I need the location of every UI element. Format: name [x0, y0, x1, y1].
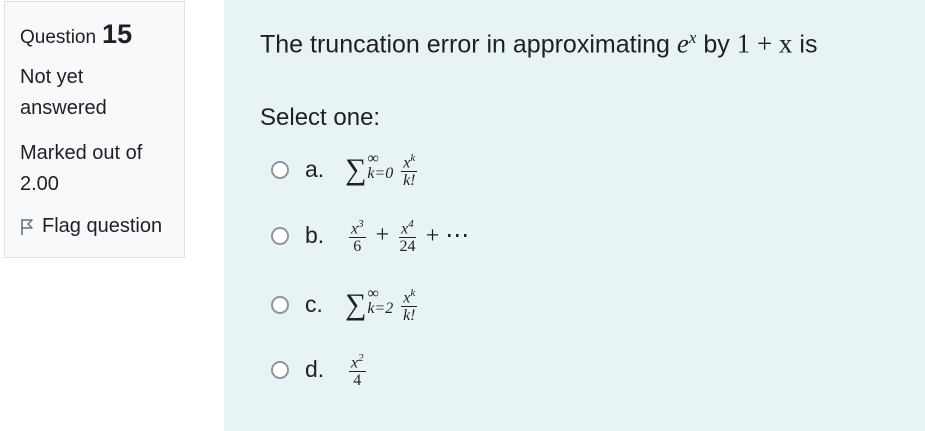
sum-limits: ∞ k=0 [367, 150, 394, 182]
question-text-suffix: is [792, 30, 818, 59]
fraction: xk k! [401, 150, 418, 190]
question-number: Question 15 [20, 19, 184, 50]
question-grade-value: 2.00 [20, 173, 59, 195]
plus-sign: + [375, 222, 390, 249]
question-text: The truncation error in approximating ex… [260, 28, 817, 59]
option-d-math: x2 4 [345, 350, 370, 389]
option-a[interactable]: a. ∑ ∞ k=0 xk k! [271, 150, 421, 189]
question-label: Question [20, 27, 97, 48]
fraction-denominator: 24 [399, 238, 416, 256]
fraction-numerator: xk [401, 287, 418, 308]
flag-icon [21, 218, 33, 235]
fraction-denominator: 4 [353, 372, 362, 390]
question-number-value: 15 [102, 19, 133, 49]
ellipsis-tail: + ⋯ [425, 223, 470, 250]
option-d-radio[interactable] [271, 360, 289, 379]
sigma-icon: ∑ [345, 152, 367, 186]
option-b[interactable]: b. x3 6 + x4 24 + ⋯ [271, 216, 475, 255]
select-one-prompt: Select one: [260, 104, 381, 131]
option-a-radio[interactable] [271, 160, 289, 179]
flag-question-link[interactable]: Flag question [20, 215, 184, 238]
question-text-mid: by [696, 30, 737, 59]
fraction-numerator: x4 [399, 218, 416, 239]
sum-lower: k=0 [367, 164, 394, 182]
fraction-numerator: xk [401, 152, 418, 173]
fraction-term2: x4 24 [399, 216, 416, 255]
option-a-math: ∑ ∞ k=0 xk k! [345, 150, 421, 189]
option-c-radio[interactable] [271, 295, 289, 314]
fraction-denominator: 6 [353, 238, 362, 256]
question-grade-line1: Marked out of [20, 142, 143, 164]
sigma-icon: ∑ [345, 287, 367, 321]
option-c-letter: c. [305, 291, 323, 318]
sum-upper: ∞ [367, 149, 379, 167]
fraction: xk k! [401, 285, 418, 325]
question-state-line2: answered [20, 97, 107, 119]
fraction-numerator: x3 [349, 218, 366, 239]
math-1-plus-x: 1 + x [736, 28, 793, 59]
question-grade: Marked out of 2.00 [20, 138, 184, 200]
sum-lower: k=2 [367, 299, 394, 317]
question-state-line1: Not yet [20, 66, 84, 88]
question-content: The truncation error in approximating e x… [224, 0, 925, 431]
option-d[interactable]: d. x2 4 [271, 350, 370, 389]
math-e: e [676, 28, 689, 59]
fraction: x2 4 [349, 350, 366, 389]
question-text-prefix: The truncation error in approximating [260, 30, 677, 59]
option-c[interactable]: c. ∑ ∞ k=2 xk k! [271, 285, 421, 324]
question-info-panel: Question 15 Not yet answered Marked out … [4, 1, 185, 258]
fraction-denominator: k! [403, 172, 416, 190]
option-b-letter: b. [305, 222, 325, 249]
fraction-term1: x3 6 [349, 216, 366, 255]
sum-upper: ∞ [367, 284, 379, 302]
flag-question-label: Flag question [42, 215, 163, 237]
fraction-denominator: k! [403, 307, 416, 325]
question-state: Not yet answered [20, 62, 184, 124]
option-a-letter: a. [305, 156, 325, 183]
option-b-radio[interactable] [271, 226, 289, 245]
option-c-math: ∑ ∞ k=2 xk k! [345, 285, 421, 324]
option-d-letter: d. [305, 356, 325, 383]
sum-limits: ∞ k=2 [367, 285, 394, 317]
option-b-math: x3 6 + x4 24 + ⋯ [345, 216, 475, 255]
fraction-numerator: x2 [349, 352, 366, 373]
